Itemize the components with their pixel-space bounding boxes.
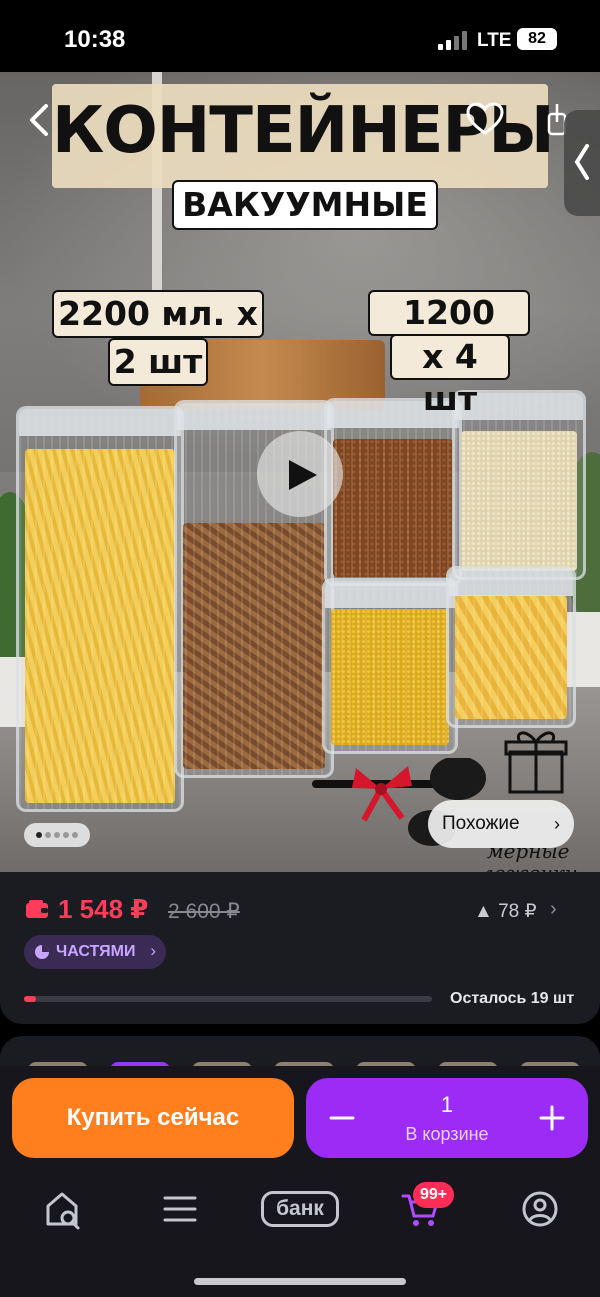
gift-bow: [352, 766, 412, 822]
status-bar: 10:38 LTE 82: [0, 0, 600, 72]
container-lid: [19, 409, 181, 436]
container-lid: [449, 569, 573, 596]
video-play-button[interactable]: [257, 431, 343, 517]
container-tall-1: [16, 406, 184, 812]
similar-label: Похожие: [442, 813, 520, 834]
bonus-value: 78 ₽: [498, 901, 537, 922]
container-lid: [177, 403, 331, 430]
carousel-indicator: [24, 823, 90, 847]
carousel-dot: [63, 832, 69, 838]
pie-chart-icon: [35, 945, 49, 959]
carousel-dot: [72, 832, 78, 838]
gift-icon: [504, 731, 568, 794]
stock-remaining: Осталось 19 шт: [450, 990, 575, 1007]
chevron-right-icon[interactable]: ›: [550, 898, 557, 921]
container-small-1: [324, 398, 462, 586]
wallet-icon: [26, 900, 48, 918]
play-icon: [289, 460, 317, 490]
home-indicator: [194, 1278, 406, 1285]
price-card: 1 548 ₽ 2 600 ₽ ▲ 78 ₽ › ЧАСТЯМИ › Остал…: [0, 872, 600, 1024]
caption-line-2: ложечки: [481, 862, 578, 872]
home-search-icon[interactable]: [42, 1186, 82, 1232]
old-price: 2 600 ₽: [168, 900, 240, 923]
catalog-menu-icon[interactable]: [162, 1186, 198, 1232]
chevron-right-icon: ›: [150, 941, 156, 960]
network-type: LTE: [477, 30, 512, 51]
heart-icon[interactable]: [466, 102, 504, 136]
side-panel-handle[interactable]: [564, 110, 600, 216]
chevron-right-icon: ›: [554, 814, 560, 834]
container-small-2: [322, 578, 458, 754]
signal-icon: [438, 31, 467, 50]
share-icon[interactable]: [546, 102, 566, 136]
stock-progress-bar: [24, 996, 432, 1002]
cart-badge: 99+: [413, 1182, 455, 1208]
bonus-points[interactable]: ▲ 78 ₽: [474, 900, 537, 923]
product-gallery[interactable]: КОНТЕЙНЕРЫ ВАКУУМНЫЕ 2200 мл. х 2 шт 120…: [0, 72, 600, 872]
cart-quantity-control: 1 В корзине: [306, 1078, 588, 1158]
volume-tag-large-line2: 2 шт: [108, 338, 208, 386]
volume-tag-large-line1: 2200 мл. х: [52, 290, 264, 338]
image-subheadline: ВАКУУМНЫЕ: [172, 180, 438, 230]
current-price: 1 548 ₽: [58, 894, 149, 924]
buy-now-button[interactable]: Купить сейчас: [12, 1078, 294, 1158]
carousel-dot: [36, 832, 42, 838]
installments-button[interactable]: ЧАСТЯМИ ›: [24, 935, 166, 969]
carousel-dot: [45, 832, 51, 838]
chevron-left-icon: [574, 144, 589, 180]
plus-icon[interactable]: [538, 1104, 566, 1132]
container-lid: [325, 581, 455, 608]
similar-products-button[interactable]: Похожие ›: [428, 800, 574, 848]
volume-tag-small-line2: х 4 шт: [390, 334, 510, 418]
profile-icon[interactable]: [521, 1186, 559, 1232]
carousel-dot: [54, 832, 60, 838]
container-small-4: [446, 566, 576, 728]
stock-progress-fill: [24, 996, 37, 1002]
chevron-left-icon[interactable]: [24, 100, 54, 140]
bank-tab[interactable]: банк: [261, 1191, 339, 1227]
volume-tag-small-line1: 1200 мл.: [368, 290, 530, 374]
battery-indicator: 82: [517, 28, 557, 50]
installments-label: ЧАСТЯМИ: [56, 943, 136, 960]
status-time: 10:38: [64, 26, 126, 53]
